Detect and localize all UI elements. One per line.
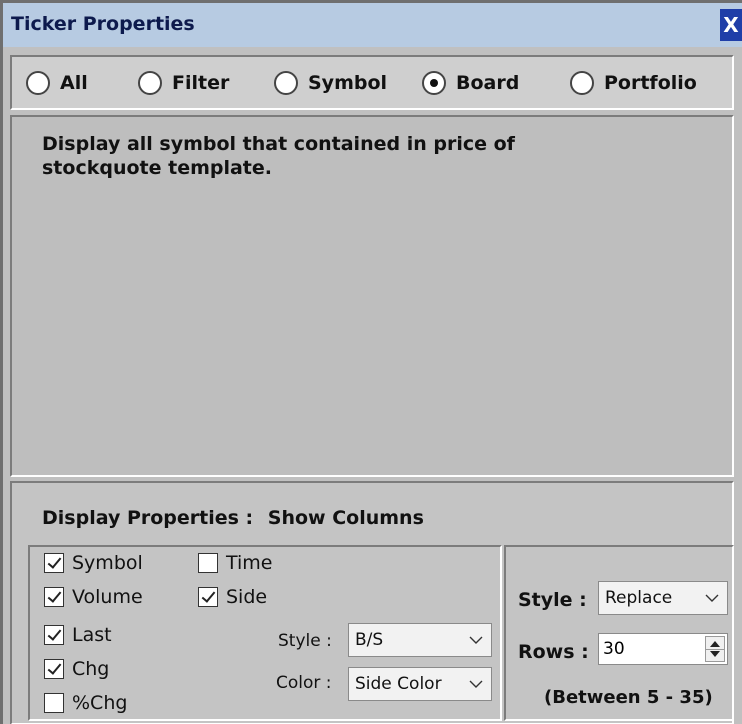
radio-portfolio-label: Portfolio xyxy=(604,72,697,94)
checkbox-last[interactable]: Last xyxy=(44,623,112,647)
display-properties-title: Display Properties : xyxy=(42,507,254,529)
style-select[interactable]: Replace xyxy=(598,581,728,615)
radio-board-label: Board xyxy=(456,72,520,94)
checkbox-time-label: Time xyxy=(226,552,273,574)
checkbox-symbol-box xyxy=(44,553,64,573)
ticker-properties-window: Ticker Properties X All Filter Symbol Bo… xyxy=(0,0,742,724)
checkbox-symbol[interactable]: Symbol xyxy=(44,551,143,575)
radio-filter[interactable]: Filter xyxy=(138,69,229,97)
checkbox-last-box xyxy=(44,625,64,645)
checkbox-chg-label: Chg xyxy=(72,658,110,680)
checkbox-time[interactable]: Time xyxy=(198,551,273,575)
side-color-label: Color : xyxy=(276,673,332,693)
checkbox-symbol-label: Symbol xyxy=(72,552,143,574)
rows-label: Rows : xyxy=(518,641,589,663)
checkbox-side-label: Side xyxy=(226,586,268,608)
radio-portfolio-circle xyxy=(570,71,594,95)
side-color-select[interactable]: Side Color xyxy=(348,667,492,701)
radio-board-circle xyxy=(422,71,446,95)
side-style-label: Style : xyxy=(278,631,332,651)
checkbox-volume-label: Volume xyxy=(72,586,143,608)
chevron-down-icon xyxy=(705,594,719,602)
radio-all-label: All xyxy=(60,72,88,94)
checkbox-time-box xyxy=(198,553,218,573)
radio-board[interactable]: Board xyxy=(422,69,519,97)
radio-symbol-label: Symbol xyxy=(308,72,388,94)
rows-stepper[interactable]: 30 xyxy=(598,633,728,665)
checkbox-chg-box xyxy=(44,659,64,679)
rows-value: 30 xyxy=(603,639,625,659)
side-style-select[interactable]: B/S xyxy=(348,623,492,657)
display-properties-heading: Display Properties : Show Columns xyxy=(42,507,424,529)
checkbox-volume-box xyxy=(44,587,64,607)
window-title: Ticker Properties xyxy=(11,13,195,35)
checkbox-last-label: Last xyxy=(72,624,112,646)
show-columns-group: Symbol Volume Last Chg %Chg Time Side St… xyxy=(28,545,502,721)
radio-all[interactable]: All xyxy=(26,69,88,97)
radio-portfolio[interactable]: Portfolio xyxy=(570,69,697,97)
checkbox-volume[interactable]: Volume xyxy=(44,585,143,609)
checkbox-chg[interactable]: Chg xyxy=(44,657,109,681)
checkbox-pctchg-box xyxy=(44,693,64,713)
style-label: Style : xyxy=(518,589,587,611)
radio-symbol[interactable]: Symbol xyxy=(274,69,387,97)
style-value: Replace xyxy=(605,588,673,608)
radio-symbol-circle xyxy=(274,71,298,95)
show-columns-title: Show Columns xyxy=(267,507,424,529)
display-properties-panel: Display Properties : Show Columns Symbol… xyxy=(10,481,734,724)
radio-filter-label: Filter xyxy=(172,72,230,94)
checkbox-pctchg-label: %Chg xyxy=(72,692,128,714)
style-rows-group: Style : Replace Rows : 30 (Between 5 - 3… xyxy=(504,545,734,721)
description-text: Display all symbol that contained in pri… xyxy=(42,133,515,179)
chevron-down-icon xyxy=(469,636,483,644)
radio-filter-circle xyxy=(138,71,162,95)
checkbox-side-box xyxy=(198,587,218,607)
title-bar[interactable]: Ticker Properties X xyxy=(3,3,742,47)
mode-radio-group: All Filter Symbol Board Portfolio xyxy=(10,55,734,110)
spin-down-icon[interactable] xyxy=(710,651,720,657)
rows-spin-buttons[interactable] xyxy=(705,636,725,662)
spin-up-icon[interactable] xyxy=(710,641,720,647)
side-style-value: B/S xyxy=(355,630,384,650)
checkbox-pctchg[interactable]: %Chg xyxy=(44,691,127,715)
chevron-down-icon xyxy=(469,680,483,688)
radio-all-circle xyxy=(26,71,50,95)
checkbox-side[interactable]: Side xyxy=(198,585,267,609)
close-button[interactable]: X xyxy=(720,9,742,41)
rows-range-hint: (Between 5 - 35) xyxy=(544,687,713,708)
side-color-value: Side Color xyxy=(355,674,442,694)
description-panel: Display all symbol that contained in pri… xyxy=(10,115,734,477)
